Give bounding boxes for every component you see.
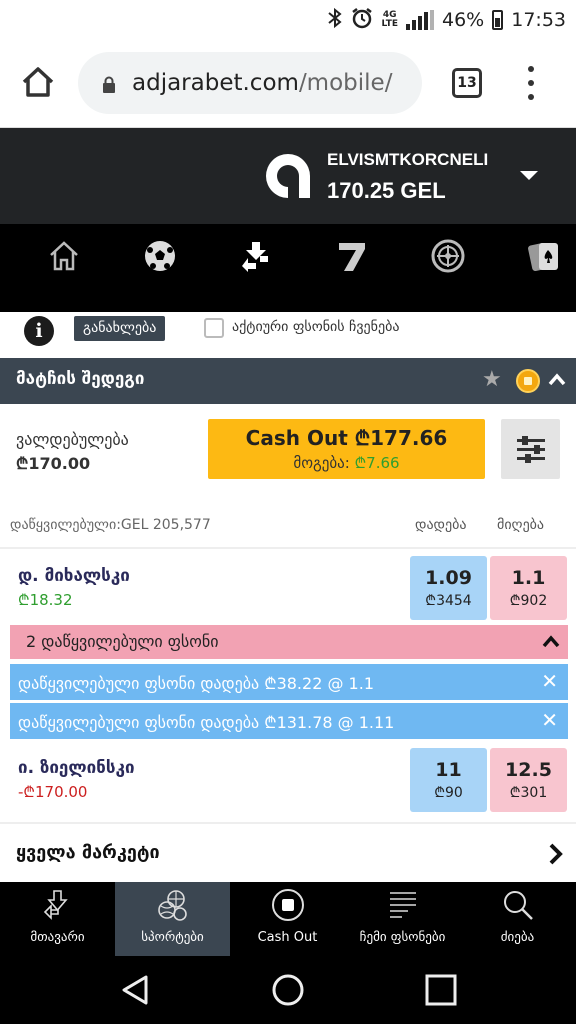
account-header: ELVISMTKORCNELI 170.25 GEL xyxy=(0,128,576,224)
battery-percent: 46% xyxy=(442,9,485,31)
slots-seven-icon[interactable] xyxy=(332,236,372,276)
matched-bet-row: დაწყვილებული ფსონი დადება ₾38.22 @ 1.1 ✕ xyxy=(10,664,568,700)
info-row: i განახლება აქტიური ფსონის ჩვენება xyxy=(0,312,576,358)
browser-toolbar: adjarabet.com/mobile/ 13 xyxy=(0,40,576,128)
clock: 17:53 xyxy=(511,9,566,31)
home-circle-icon[interactable] xyxy=(271,973,305,1007)
account-balance: 170.25 GEL xyxy=(327,178,446,203)
show-live-bets-checkbox[interactable] xyxy=(204,318,224,338)
tab-switcher-button[interactable]: 13 xyxy=(452,68,482,98)
search-icon xyxy=(503,891,533,920)
sports-balls-icon xyxy=(157,890,187,921)
all-markets-link[interactable]: ყველა მარკეტი xyxy=(0,822,576,882)
close-icon[interactable]: ✕ xyxy=(541,708,558,732)
cards-icon[interactable] xyxy=(524,236,564,276)
update-button[interactable]: განახლება xyxy=(74,316,166,341)
cashout-settings-button[interactable] xyxy=(501,419,560,479)
adjarabet-logo[interactable] xyxy=(262,150,314,202)
bluetooth-icon xyxy=(327,7,343,34)
tab-cashout[interactable]: Cash Out xyxy=(230,882,345,956)
recents-square-icon[interactable] xyxy=(424,973,458,1007)
chevron-up-icon[interactable] xyxy=(548,371,566,389)
lay-price: 12.5 xyxy=(505,759,552,781)
home-icon[interactable] xyxy=(44,236,84,276)
overflow-menu-icon[interactable] xyxy=(524,66,538,100)
exchange-icon[interactable] xyxy=(236,236,276,276)
back-triangle-icon[interactable] xyxy=(118,973,152,1007)
account-dropdown-icon[interactable] xyxy=(520,171,538,180)
all-markets-label: ყველა მარკეტი xyxy=(16,842,160,863)
lay-odds-button[interactable]: 1.1 ₾902 xyxy=(490,556,567,620)
chevron-right-icon xyxy=(546,842,566,866)
show-live-bets-label: აქტიური ფსონის ჩვენება xyxy=(232,319,400,335)
lay-column-header: მიღება xyxy=(497,517,545,533)
profit-label: მოგება: xyxy=(293,454,350,472)
android-nav-bar xyxy=(0,956,576,1024)
signal-icon xyxy=(406,10,434,30)
category-nav xyxy=(0,224,576,318)
star-icon[interactable]: ★ xyxy=(482,368,502,392)
runner-name: ი. ზიელინსკი xyxy=(18,758,135,778)
lock-icon xyxy=(102,74,116,93)
bottom-tab-bar: მთავარი სპორტები Cash Out ჩემი ფსონები ძ… xyxy=(0,882,576,956)
tab-search[interactable]: ძიება xyxy=(460,882,575,956)
matched-bet-text: დაწყვილებული ფსონი დადება ₾131.78 @ 1.11 xyxy=(18,713,395,732)
matched-bet-text: დაწყვილებული ფსონი დადება ₾38.22 @ 1.1 xyxy=(18,674,374,693)
tab-my-bets[interactable]: ჩემი ფსონები xyxy=(345,882,460,956)
runner-profit: -₾170.00 xyxy=(18,783,88,801)
roulette-icon[interactable] xyxy=(428,236,468,276)
tab-label: Cash Out xyxy=(257,930,318,945)
matched-bets-header[interactable]: 2 დაწყვილებული ფსონი xyxy=(10,625,568,659)
back-odds-button[interactable]: 1.09 ₾3454 xyxy=(410,556,487,620)
market-title: მატჩის შედეგი xyxy=(16,369,145,389)
football-icon[interactable] xyxy=(140,236,180,276)
tab-label: ძიება xyxy=(500,930,535,945)
home-icon[interactable] xyxy=(20,64,56,100)
cash-out-amount: Cash Out ₾177.66 xyxy=(245,426,448,450)
back-odds-button[interactable]: 11 ₾90 xyxy=(410,748,487,812)
liability-value: ₾170.00 xyxy=(16,454,91,473)
divider xyxy=(0,547,576,549)
alarm-icon xyxy=(351,7,373,34)
status-bar: 4G LTE 46% 17:53 xyxy=(0,0,576,40)
chevron-up-icon[interactable] xyxy=(542,633,560,651)
matched-bet-row: დაწყვილებული ფსონი დადება ₾131.78 @ 1.11… xyxy=(10,703,568,739)
back-size: ₾90 xyxy=(434,785,463,801)
profit-value: ₾7.66 xyxy=(354,454,400,472)
battery-icon xyxy=(492,10,504,30)
tab-main[interactable]: მთავარი xyxy=(0,882,115,956)
url-path: /mobile/ xyxy=(298,70,393,96)
sliders-icon xyxy=(517,436,545,463)
runner-name: დ. მიხალსკი xyxy=(18,566,130,586)
lay-size: ₾301 xyxy=(509,785,548,801)
back-price: 1.09 xyxy=(425,567,472,589)
matched-total: დაწყვილებული:GEL 205,577 xyxy=(10,517,211,533)
runner-profit: ₾18.32 xyxy=(18,591,73,609)
cash-out-button[interactable]: Cash Out ₾177.66 მოგება: ₾7.66 xyxy=(208,419,485,479)
lay-odds-button[interactable]: 12.5 ₾301 xyxy=(490,748,567,812)
cash-out-profit: მოგება: ₾7.66 xyxy=(208,453,485,473)
my-bets-icon xyxy=(389,892,416,918)
tab-label: მთავარი xyxy=(30,930,85,945)
tab-sports[interactable]: სპორტები xyxy=(115,882,230,956)
back-price: 11 xyxy=(435,759,462,781)
lay-size: ₾902 xyxy=(509,593,548,609)
cashout-icon xyxy=(271,889,304,921)
account-username: ELVISMTKORCNELI xyxy=(327,150,489,169)
url-domain: adjarabet.com xyxy=(132,70,299,96)
info-icon[interactable]: i xyxy=(24,316,54,346)
lte-icon: 4G LTE xyxy=(381,10,398,29)
lay-price: 1.1 xyxy=(511,567,546,589)
close-icon[interactable]: ✕ xyxy=(541,669,558,693)
tab-label: ჩემი ფსონები xyxy=(359,930,446,945)
liability-label: ვალდებულება xyxy=(16,430,129,449)
matched-bets-count: 2 დაწყვილებული ფსონი xyxy=(26,632,219,651)
cashout-coin-icon xyxy=(516,369,540,393)
back-size: ₾3454 xyxy=(425,593,472,609)
main-arrows-icon xyxy=(43,890,68,920)
back-column-header: დადება xyxy=(415,517,467,533)
url-bar[interactable]: adjarabet.com/mobile/ xyxy=(78,52,422,114)
market-section-header[interactable]: მატჩის შედეგი ★ xyxy=(0,358,576,404)
tab-label: სპორტები xyxy=(141,930,204,945)
